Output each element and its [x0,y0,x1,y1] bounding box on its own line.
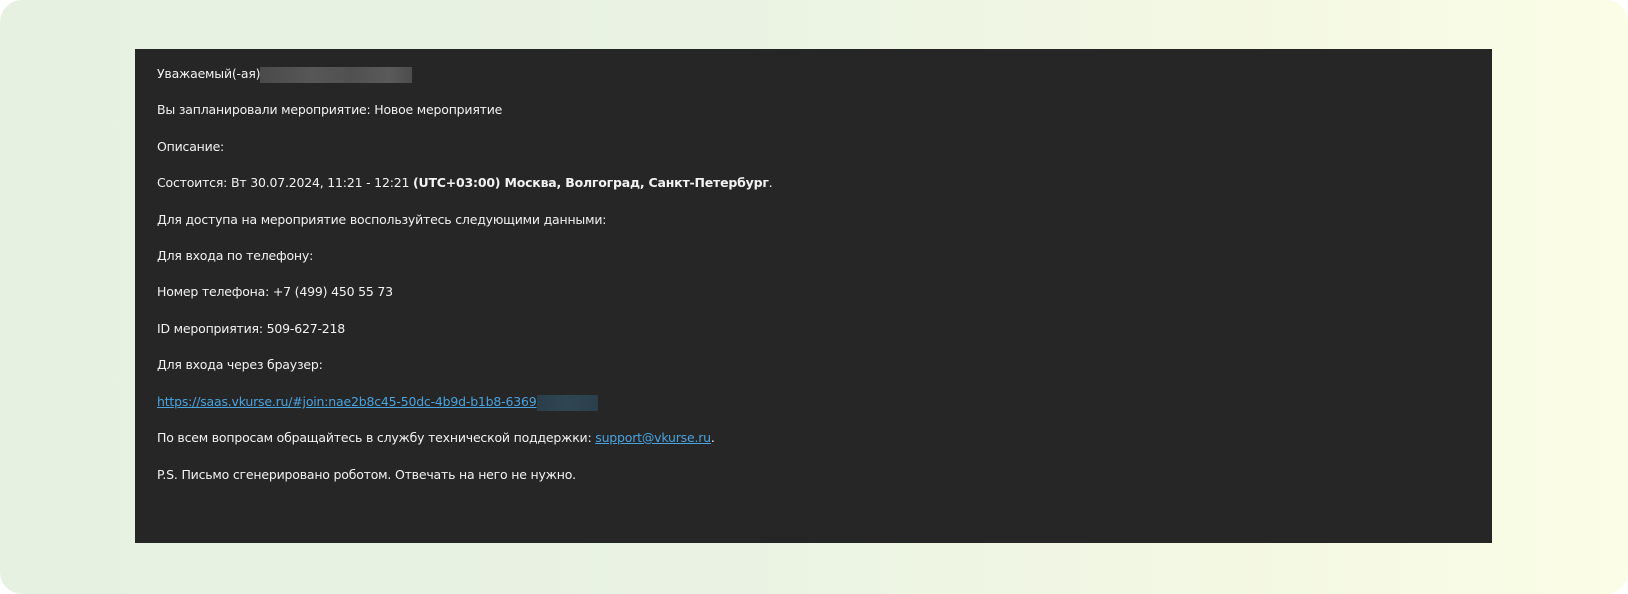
support-line: По всем вопросам обращайтесь в службу те… [157,430,715,446]
greeting-text: Уважаемый(-ая) [157,66,261,81]
support-text: По всем вопросам обращайтесь в службу те… [157,430,596,445]
scheduled-event-line: Вы запланировали мероприятие: Новое меро… [157,102,503,117]
event-id-line: ID мероприятия: 509-627-218 [157,321,346,336]
join-link-line: https://saas.vkurse.ru/#join:nae2b8c45-5… [157,394,598,411]
support-email-link[interactable]: support@vkurse.ru [595,430,711,445]
phone-number-line: Номер телефона: +7 (499) 450 55 73 [157,284,393,299]
outer-frame: Уважаемый(-ая) Вы запланировали мероприя… [0,0,1628,594]
event-time-text: Состоится: Вт 30.07.2024, 11:21 - 12:21 [157,175,413,190]
email-body: Уважаемый(-ая) Вы запланировали мероприя… [135,49,1492,543]
ps-line: P.S. Письмо сгенерировано роботом. Отвеч… [157,467,576,482]
event-timezone-text: (UTC+03:00) Москва, Волгоград, Санкт-Пет… [412,175,769,190]
redacted-link-part [536,394,598,411]
redacted-name [260,66,413,83]
event-time-suffix: . [768,175,773,190]
access-info-line: Для доступа на мероприятие воспользуйтес… [157,212,607,227]
description-label: Описание: [157,139,225,154]
support-suffix: . [710,430,715,445]
join-link[interactable]: https://saas.vkurse.ru/#join:nae2b8c45-5… [157,394,537,409]
browser-entry-label: Для входа через браузер: [157,357,323,372]
phone-entry-label: Для входа по телефону: [157,248,314,263]
event-time-line: Состоится: Вт 30.07.2024, 11:21 - 12:21 … [157,175,773,191]
greeting-line: Уважаемый(-ая) [157,66,413,83]
